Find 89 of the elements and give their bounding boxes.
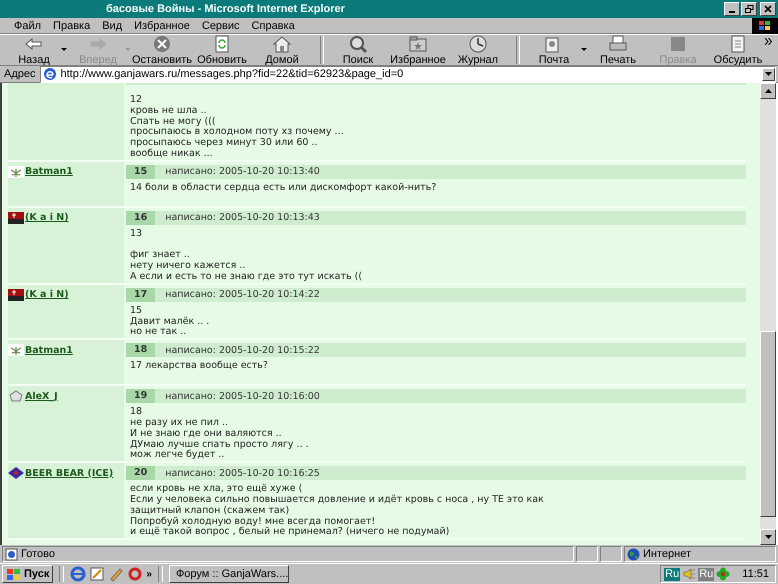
- post-text: 18 не разу их не пил .. И не знаю где они валяются .. ДУмаю лучше спать просто лягу .. . мож легче будет ..: [130, 407, 310, 462]
- status-pane: [576, 546, 598, 562]
- post-date: написано: 2005-10-20 10:13:43: [165, 212, 320, 224]
- post-date: написано: 2005-10-20 10:16:00: [165, 390, 320, 402]
- browser-icon[interactable]: [70, 566, 86, 582]
- author-link[interactable]: (K a i N): [25, 289, 69, 300]
- badge-icon: [8, 390, 24, 402]
- address-label: Адрес: [4, 68, 36, 80]
- post-date: написано: 2005-10-20 10:15:22: [165, 344, 320, 356]
- author-link[interactable]: Batman1: [25, 344, 73, 356]
- minimize-button[interactable]: [724, 2, 740, 16]
- post-date: написано: 2005-10-20 10:13:40: [165, 166, 320, 178]
- post-date: написано: 2005-10-20 10:16:25: [165, 468, 320, 479]
- scrollbar[interactable]: [760, 83, 776, 545]
- language-indicator[interactable]: Ru: [664, 568, 680, 580]
- avatar-icon: [8, 288, 24, 301]
- post-number: 15: [126, 164, 156, 179]
- more-button[interactable]: »: [146, 568, 152, 580]
- toolbar-button[interactable]: Обновить: [194, 35, 250, 65]
- post-number: 18: [126, 343, 156, 358]
- close-icon: [764, 5, 772, 13]
- menu-item[interactable]: Файл: [8, 20, 48, 32]
- post-text: 13: [130, 228, 144, 240]
- post-text: 14 боли в области сердца есть или дискомфорт какой-нить?: [130, 182, 438, 194]
- menu-item[interactable]: Сервис: [196, 20, 246, 32]
- up-arrow-icon: [764, 89, 772, 93]
- author-link[interactable]: Batman1: [25, 166, 73, 178]
- post-number: 17: [126, 288, 156, 302]
- close-button[interactable]: [760, 2, 776, 16]
- toolbar-button[interactable]: Остановить: [134, 35, 190, 65]
- notepad-icon[interactable]: [89, 566, 106, 582]
- diamond-icon: [8, 467, 24, 480]
- toolbar-button[interactable]: Поиск: [330, 35, 386, 65]
- restore-icon: [744, 5, 754, 13]
- post-text: 12 кровь не шла .. Спать не могу ((( просыпаюсь в холодном поту хз почему ... просыпаюсь через минут 30 или 60 .. вообще никак ...: [130, 95, 345, 160]
- menu-item[interactable]: Справка: [246, 20, 301, 32]
- post-number: 20: [126, 466, 156, 480]
- author-link[interactable]: (K a i N): [25, 212, 69, 224]
- author-link[interactable]: AleX_J: [25, 390, 58, 402]
- toolbar-button[interactable]: Печать: [590, 35, 646, 65]
- clock-icon: [467, 34, 489, 54]
- restore-button[interactable]: [741, 2, 757, 16]
- toolbar-button[interactable]: Избранное: [390, 35, 446, 65]
- status-pane: [600, 546, 622, 562]
- folder-star-icon: [407, 34, 429, 54]
- menu-item[interactable]: Правка: [47, 20, 96, 32]
- menu-item[interactable]: Избранное: [128, 20, 196, 32]
- page-icon: [42, 67, 56, 81]
- avatar-icon: [8, 212, 24, 224]
- clock: 11:51: [742, 568, 769, 580]
- taskbar-window-button[interactable]: Форум :: GanjaWars....: [168, 565, 289, 583]
- post-text: фиг знает .. нету ничего кажется .. А если и есть то не знаю где это тут искать ((: [130, 250, 364, 283]
- scroll-down-button[interactable]: [760, 529, 776, 545]
- status-text: Готово: [21, 548, 55, 560]
- more-chevron-icon: [765, 38, 772, 45]
- leaf-icon: [8, 166, 24, 178]
- post-number: 19: [126, 389, 156, 404]
- down-arrow-icon: [764, 535, 772, 539]
- post-text: 17 лекарства вообще есть?: [130, 361, 269, 372]
- post-text: если кровь не хла, это ещё хуже ( Если у человека сильно повышается довление и идёт кровь с носа , ну TE это как защитный клапон (скажем так) Попробуй холодную воду! мне всегда помогает! и ещё такой вопрос , белый не принемал? (ничего не подумай): [130, 484, 545, 538]
- search-icon: [347, 34, 369, 54]
- globe-icon: [627, 548, 640, 560]
- dropdown-button[interactable]: [762, 68, 775, 80]
- zone-text: Интернет: [643, 548, 691, 560]
- home-icon: [271, 34, 293, 54]
- language-indicator[interactable]: Ru: [698, 568, 714, 580]
- author-link[interactable]: BEER BEAR (ICE): [25, 468, 114, 479]
- post-date: написано: 2005-10-20 10:14:22: [165, 289, 320, 300]
- scroll-thumb[interactable]: [760, 331, 776, 517]
- post-number: 16: [126, 210, 156, 225]
- toolbar-button[interactable]: Обсудить: [710, 35, 766, 65]
- window-title: басовые Войны - Microsoft Internet Explorer: [106, 3, 345, 15]
- start-button[interactable]: Пуск: [2, 565, 54, 583]
- toolbar-button[interactable]: Назад: [6, 35, 62, 65]
- windows-logo-icon: [6, 568, 22, 580]
- flower-icon[interactable]: [716, 567, 730, 581]
- address-field[interactable]: http://www.ganjawars.ru/messages.php?fid=22&tid=62923&page_id=0: [40, 66, 776, 82]
- toolbar-button[interactable]: Журнал: [450, 35, 506, 65]
- leaf-icon: [8, 344, 24, 356]
- post-text: 15 Давит малёк .. . но не так ..: [130, 306, 210, 338]
- windows-logo-icon: [752, 18, 778, 34]
- ring-icon[interactable]: [127, 566, 144, 582]
- speaker-icon[interactable]: [682, 567, 696, 581]
- toolbar-button[interactable]: Домой: [254, 35, 310, 65]
- menu-item[interactable]: Вид: [96, 20, 128, 32]
- toolbar-button[interactable]: Почта: [526, 35, 582, 65]
- caret-icon: [765, 72, 772, 76]
- scroll-up-button[interactable]: [760, 83, 776, 99]
- page-icon: [5, 548, 18, 560]
